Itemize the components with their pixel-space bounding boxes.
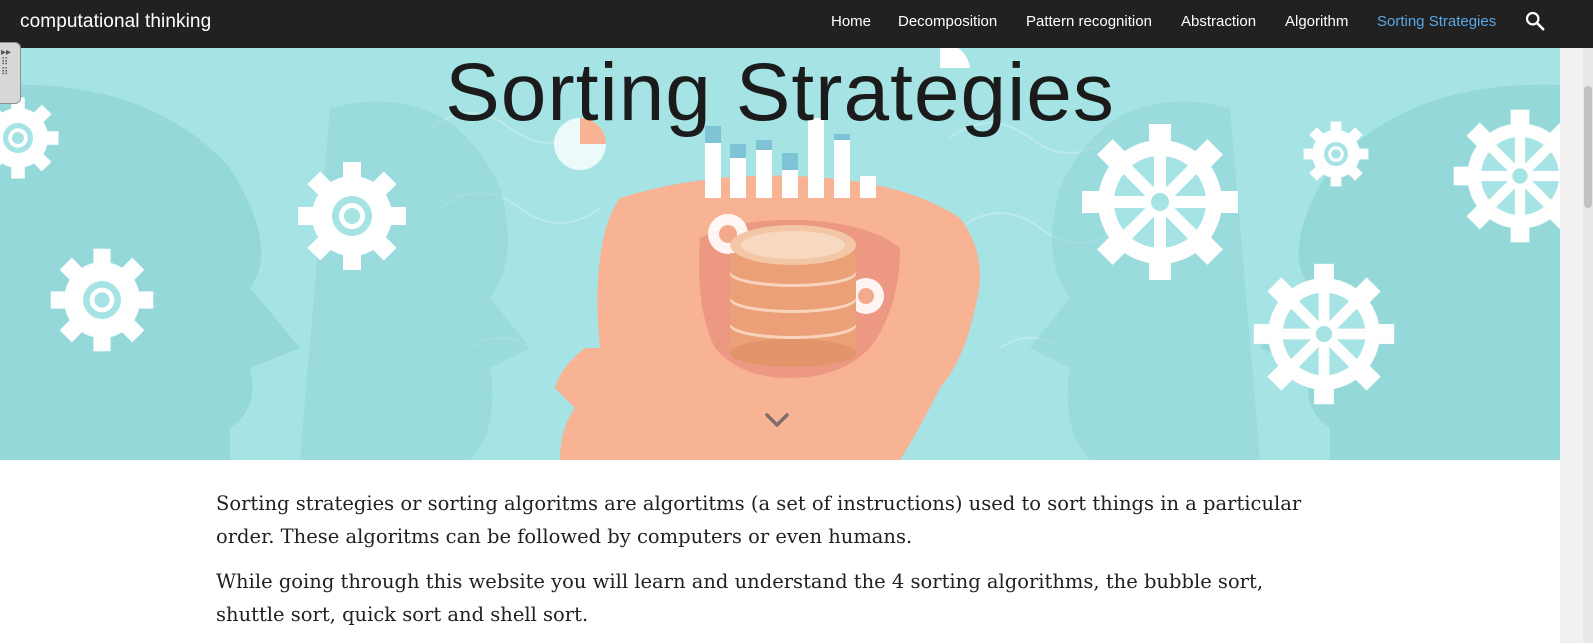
hero-banner: Sorting Strategies	[0, 48, 1560, 460]
nav-item-algorithm[interactable]: Algorithm	[1285, 13, 1348, 30]
nav-item-home[interactable]: Home	[831, 13, 871, 30]
overview-paragraph: While going through this website you wil…	[216, 570, 1264, 626]
top-navigation-bar: computational thinking Home Decompositio…	[0, 0, 1593, 48]
nav-item-decomposition[interactable]: Decomposition	[898, 13, 997, 30]
search-icon[interactable]	[1524, 10, 1546, 32]
main-nav: Home Decomposition Pattern recognition A…	[0, 0, 1593, 48]
chevron-down-icon[interactable]	[764, 410, 790, 430]
page-title: Sorting Strategies	[445, 48, 1115, 138]
intro-paragraph: Sorting strategies or sorting algoritms …	[216, 492, 1302, 548]
nav-item-abstraction[interactable]: Abstraction	[1181, 13, 1256, 30]
nav-item-pattern-recognition[interactable]: Pattern recognition	[1026, 13, 1152, 30]
scrollbar-thumb[interactable]	[1584, 86, 1592, 208]
nav-item-sorting-strategies[interactable]: Sorting Strategies	[1377, 13, 1496, 30]
expand-arrows-icon: ▸▸ ⠿ ⠿	[1, 47, 12, 78]
main-content: Sorting strategies or sorting algoritms …	[216, 488, 1326, 644]
side-panel-handle[interactable]: ▸▸ ⠿ ⠿	[0, 42, 21, 104]
page-scrollbar[interactable]	[1560, 48, 1593, 643]
